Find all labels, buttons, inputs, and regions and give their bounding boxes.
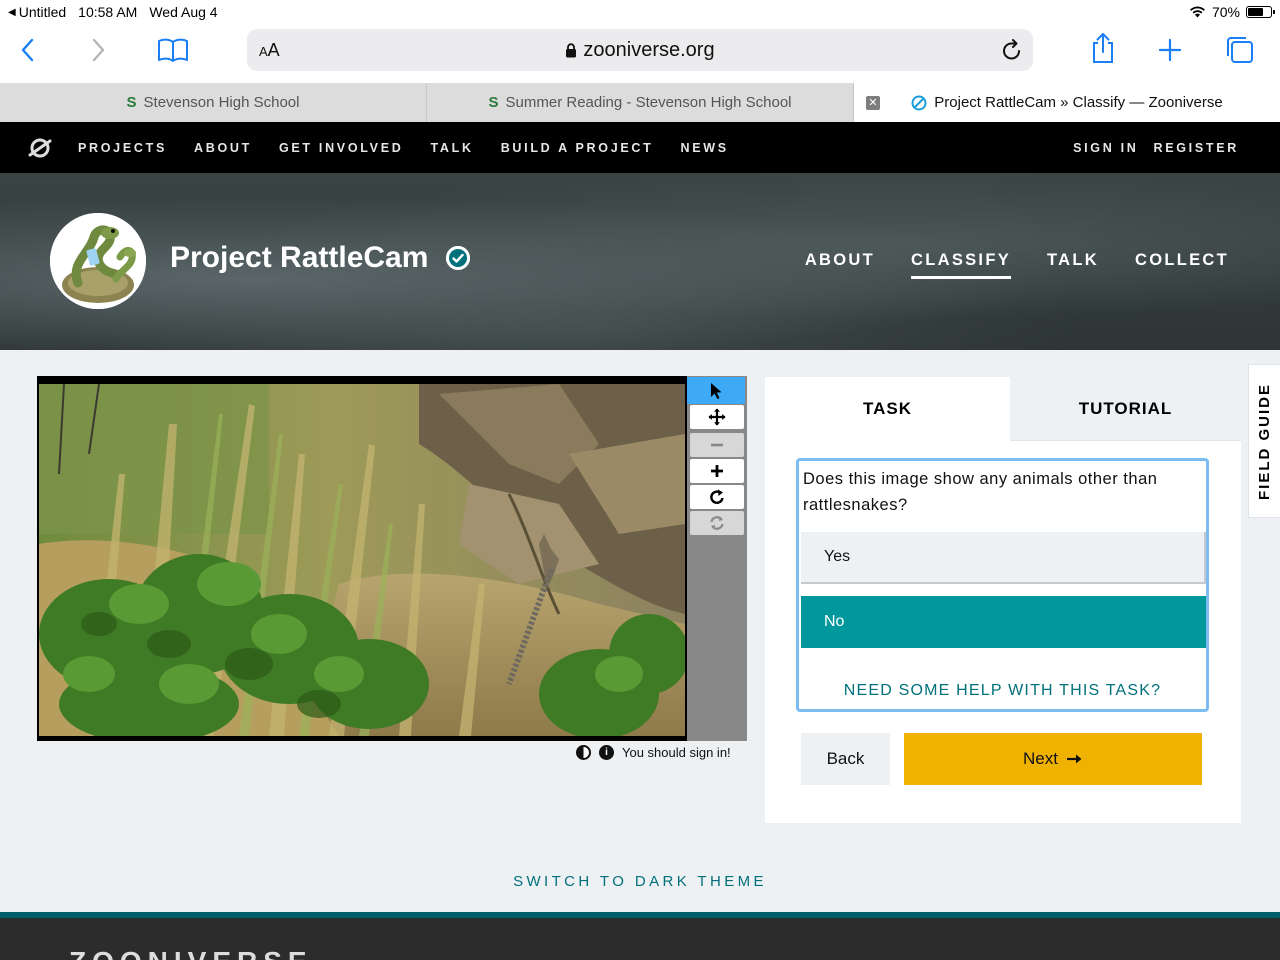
reset-view-button[interactable] <box>690 511 744 535</box>
task-help-link[interactable]: NEED SOME HELP WITH THIS TASK? <box>799 682 1206 700</box>
zoom-in-button[interactable] <box>690 459 744 483</box>
forward-button[interactable] <box>92 38 106 62</box>
image-tool-bar <box>687 376 747 741</box>
wifi-icon <box>1189 6 1205 18</box>
footer-brand: ZOONIVERSE <box>69 946 313 960</box>
sign-in-notice: You should sign in! <box>622 745 731 760</box>
nav-talk[interactable]: TALK <box>430 141 473 155</box>
chevron-right-icon <box>92 38 105 62</box>
tab-label: Project RattleCam » Classify — Zoonivers… <box>934 94 1223 111</box>
back-triangle-icon: ◀ <box>8 6 16 18</box>
task-question: Does this image show any animals other t… <box>803 470 1158 514</box>
site-footer: ZOONIVERSE <box>0 912 1280 960</box>
rotate-icon <box>710 489 724 504</box>
zooniverse-favicon-icon <box>911 95 927 110</box>
tab-tutorial[interactable]: TUTORIAL <box>1010 377 1241 441</box>
next-label: Next <box>1023 749 1058 768</box>
minus-icon <box>711 443 723 447</box>
answer-no-button[interactable]: No <box>801 596 1206 648</box>
invert-colors-icon[interactable] <box>576 745 591 760</box>
stevenson-favicon-icon: S <box>488 94 499 111</box>
address-text: zooniverse.org <box>583 38 715 61</box>
camera-trap-image[interactable] <box>39 384 685 736</box>
nav-about[interactable]: ABOUT <box>194 141 252 155</box>
zooniverse-nav: PROJECTS ABOUT GET INVOLVED TALK BUILD A… <box>0 122 1280 173</box>
project-nav-classify[interactable]: CLASSIFY <box>911 251 1012 279</box>
browser-tab-stevenson[interactable]: S Stevenson High School <box>0 83 427 122</box>
back-button[interactable]: Back <box>801 733 890 785</box>
refresh-icon <box>710 516 724 530</box>
rotate-button[interactable] <box>690 485 744 509</box>
answer-yes-button[interactable]: Yes <box>801 532 1206 584</box>
back-app-label: Untitled <box>18 4 67 20</box>
tabs-icon <box>1227 37 1253 63</box>
arrow-right-icon <box>1066 754 1082 764</box>
back-to-app-link[interactable]: ◀ Untitled <box>8 4 66 20</box>
info-icon[interactable]: i <box>599 745 614 760</box>
project-nav-about[interactable]: ABOUT <box>805 251 875 279</box>
answer-label: No <box>824 613 845 630</box>
nav-projects[interactable]: PROJECTS <box>78 141 167 155</box>
battery-percent: 70% <box>1211 4 1240 20</box>
verified-badge-icon <box>446 246 471 270</box>
project-avatar[interactable] <box>50 213 146 309</box>
question-box: Does this image show any animals other t… <box>796 458 1209 712</box>
back-button[interactable] <box>20 38 34 62</box>
next-button[interactable]: Next <box>904 733 1202 785</box>
zoom-out-button[interactable] <box>690 433 744 457</box>
move-icon <box>708 408 726 426</box>
back-label: Back <box>826 749 865 768</box>
share-button[interactable] <box>1090 32 1116 64</box>
field-guide-tab[interactable]: FIELD GUIDE <box>1248 364 1280 518</box>
zooniverse-logo-icon[interactable] <box>28 136 52 165</box>
date: Wed Aug 4 <box>149 4 218 20</box>
viewer-meta-row: i You should sign in! <box>576 745 731 760</box>
close-tab-icon[interactable]: ✕ <box>866 96 880 110</box>
task-panel: TASK TUTORIAL Does this image show any a… <box>765 377 1241 823</box>
project-nav-talk[interactable]: TALK <box>1047 251 1099 279</box>
new-tab-button[interactable] <box>1158 38 1182 62</box>
address-bar[interactable]: AA zooniverse.org <box>247 29 1033 71</box>
browser-tab-rattlecam[interactable]: ✕ Project RattleCam » Classify — Zoonive… <box>854 83 1280 122</box>
image-metadata-strip <box>37 376 687 384</box>
pan-tool-button[interactable] <box>690 405 744 429</box>
tabs-overview-button[interactable] <box>1226 36 1254 64</box>
subject-viewer[interactable] <box>37 376 687 741</box>
ios-status-bar: ◀ Untitled 10:58 AM Wed Aug 4 70% <box>0 0 1280 24</box>
tab-label: Summer Reading - Stevenson High School <box>505 94 792 111</box>
tab-task[interactable]: TASK <box>765 377 1010 441</box>
share-icon <box>1093 33 1113 63</box>
clock: 10:58 AM <box>78 4 138 20</box>
bookmarks-button[interactable] <box>157 38 189 62</box>
battery-icon <box>1246 6 1275 18</box>
book-icon <box>158 38 188 62</box>
browser-tab-strip: S Stevenson High School S Summer Reading… <box>0 83 1280 122</box>
reload-button[interactable] <box>1001 38 1023 67</box>
stevenson-favicon-icon: S <box>126 94 137 111</box>
sign-in-link[interactable]: SIGN IN <box>1073 141 1138 155</box>
nav-build-a-project[interactable]: BUILD A PROJECT <box>501 141 654 155</box>
plus-icon <box>711 465 723 477</box>
project-nav-collect[interactable]: COLLECT <box>1135 251 1229 279</box>
project-header: Project RattleCam ABOUT CLASSIFY TALK CO… <box>0 173 1280 350</box>
project-title: Project RattleCam <box>170 241 429 274</box>
text-size-button[interactable]: AA <box>259 40 280 61</box>
safari-toolbar: AA zooniverse.org <box>0 24 1280 83</box>
nav-news[interactable]: NEWS <box>680 141 728 155</box>
register-link[interactable]: REGISTER <box>1154 141 1240 155</box>
pointer-icon <box>711 382 722 399</box>
annotate-tool-button[interactable] <box>687 377 745 404</box>
lock-icon <box>566 42 577 57</box>
field-guide-label: FIELD GUIDE <box>1256 382 1274 500</box>
task-tabs: TASK TUTORIAL <box>765 377 1241 441</box>
answer-label: Yes <box>824 548 851 565</box>
plus-icon <box>1158 38 1182 62</box>
reload-icon <box>1003 39 1020 60</box>
nav-get-involved[interactable]: GET INVOLVED <box>279 141 404 155</box>
tab-label: Stevenson High School <box>143 94 300 111</box>
browser-tab-summer-reading[interactable]: S Summer Reading - Stevenson High School <box>427 83 854 122</box>
switch-theme-link[interactable]: SWITCH TO DARK THEME <box>0 873 1280 890</box>
chevron-left-icon <box>21 38 34 62</box>
